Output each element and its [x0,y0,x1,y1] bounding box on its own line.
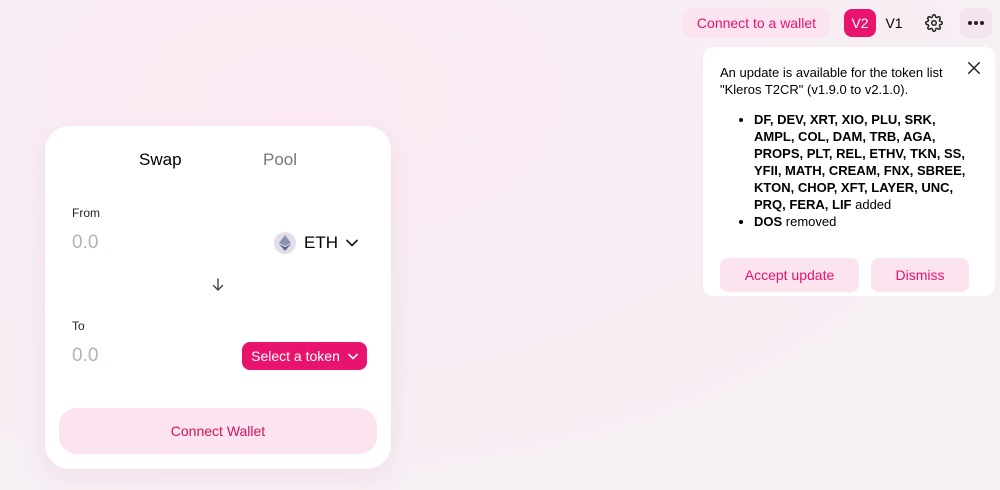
more-button[interactable] [960,8,992,38]
removed-tokens: DOS [754,214,783,229]
tab-pool[interactable]: Pool [263,150,297,170]
settings-button[interactable] [918,8,950,38]
connect-wallet-header-button[interactable]: Connect to a wallet [682,8,830,38]
select-token-button[interactable]: Select a token [242,342,367,370]
header-actions: Connect to a wallet V2 V1 [682,8,992,38]
version-toggle: V2 V1 [844,9,908,37]
dismiss-button[interactable]: Dismiss [871,258,969,292]
accept-update-button[interactable]: Accept update [720,258,859,292]
more-icon [968,21,984,25]
to-label: To [72,319,85,333]
gear-icon [925,14,943,32]
v2-toggle[interactable]: V2 [844,9,876,37]
eth-icon [274,232,296,254]
removed-tokens-item: DOS removed [754,213,979,230]
to-amount-input[interactable]: 0.0 [72,345,98,367]
token-list-update-popup: An update is available for the token lis… [703,47,995,296]
token-changes-list: DF, DEV, XRT, XIO, PLU, SRK, AMPL, COL, … [754,111,979,230]
popup-actions: Accept update Dismiss [720,258,979,292]
update-message: An update is available for the token lis… [720,65,943,97]
chevron-down-icon [346,239,358,247]
select-token-label: Select a token [251,348,340,364]
added-tokens-item: DF, DEV, XRT, XIO, PLU, SRK, AMPL, COL, … [754,111,979,213]
swap-pool-tabs: Swap Pool [45,150,391,172]
from-token-select[interactable]: ETH [274,232,358,254]
from-amount-input[interactable]: 0.0 [72,232,98,254]
from-label: From [72,206,100,220]
swap-direction-arrow-icon[interactable] [211,278,225,292]
from-token-symbol: ETH [304,233,338,252]
added-suffix: added [851,197,892,212]
close-icon[interactable] [965,59,983,77]
swap-card: Swap Pool From 0.0 ETH To 0.0 Select a t… [45,126,391,469]
tab-swap[interactable]: Swap [139,150,182,170]
v1-toggle[interactable]: V1 [880,9,908,37]
removed-suffix: removed [782,214,837,229]
chevron-down-icon [347,353,358,359]
connect-wallet-button[interactable]: Connect Wallet [59,408,377,454]
